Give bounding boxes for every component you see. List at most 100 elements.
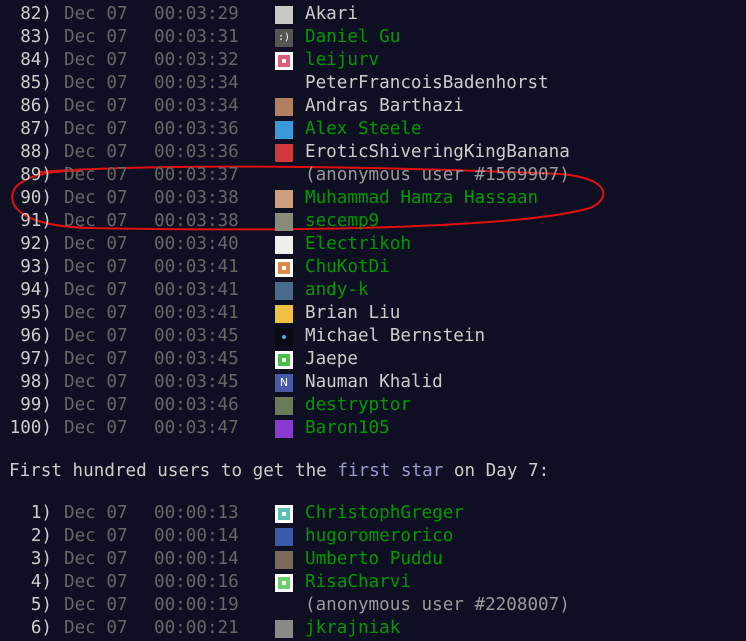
completion-date: Dec 07 [64,572,128,592]
completion-time: 00:00:16 [154,572,239,592]
user-profile-link[interactable]: Muhammad Hamza Hassaan [305,187,538,210]
leaderboard-row: 4) Dec 07 00:00:16 RisaCharvi [0,571,746,594]
photo-avatar [275,620,293,638]
completion-date: Dec 07 [64,280,128,300]
user-profile-link[interactable]: destryptor [305,394,411,417]
rank-number: 2) [30,526,52,546]
leaderboard-row: 95) Dec 07 00:03:41 Brian Liu [0,302,746,325]
purple-monster-avatar [275,420,293,438]
no-avatar [275,75,293,93]
completion-time: 00:03:41 [154,303,239,323]
completion-date: Dec 07 [64,165,128,185]
rank-number: 94) [20,280,52,300]
completion-date: Dec 07 [64,595,128,615]
completion-date: Dec 07 [64,73,128,93]
user-profile-link[interactable]: secemp9 [305,210,379,233]
leaderboard-row: 96) Dec 07 00:03:45 Michael Bernstein [0,325,746,348]
rank-number: 88) [20,142,52,162]
user-profile-link[interactable]: Baron105 [305,417,390,440]
completion-time: 00:03:31 [154,27,239,47]
completion-time: 00:03:34 [154,96,239,116]
photo-avatar [275,397,293,415]
completion-time: 00:00:19 [154,595,239,615]
completion-date: Dec 07 [64,549,128,569]
rank-number: 98) [20,372,52,392]
user-profile-link[interactable]: ChristophGreger [305,502,464,525]
leaderboard-row: 82) Dec 07 00:03:29 Akari [0,3,746,26]
letter-n-avatar: N [275,374,293,392]
no-avatar [275,597,293,615]
leaderboard-row: 87) Dec 07 00:03:36 Alex Steele [0,118,746,141]
first-star-link[interactable]: first star [337,461,443,481]
orange-identicon-avatar [275,259,293,277]
completion-time: 00:03:36 [154,119,239,139]
rank-number: 100) [9,418,52,438]
completion-time: 00:03:41 [154,280,239,300]
rank-number: 5) [30,595,52,615]
completion-time: 00:03:45 [154,372,239,392]
leaderboard-row: 94) Dec 07 00:03:41 andy-k [0,279,746,302]
completion-time: 00:03:38 [154,188,239,208]
completion-time: 00:00:21 [154,618,239,638]
leaderboard-row: 90) Dec 07 00:03:38 Muhammad Hamza Hassaan [0,187,746,210]
user-profile-link[interactable]: leijurv [305,49,379,72]
first-star-heading: First hundred users to get the first sta… [9,460,549,483]
user-profile-link[interactable]: ChuKotDi [305,256,390,279]
leaderboard-row: 83) Dec 07 00:03:31:) Daniel Gu [0,26,746,49]
completion-date: Dec 07 [64,119,128,139]
rank-number: 90) [20,188,52,208]
user-profile-link[interactable]: andy-k [305,279,369,302]
user-profile-link[interactable]: Daniel Gu [305,26,400,49]
green-identicon-avatar [275,351,293,369]
leaderboard-row: 97) Dec 07 00:03:45 Jaepe [0,348,746,371]
leaderboard-row: 6) Dec 07 00:00:21 jkrajniak [0,617,746,640]
leaderboard-row: 2) Dec 07 00:00:14 hugoromerorico [0,525,746,548]
user-name: Andras Barthazi [305,96,464,116]
leaderboard-row: 86) Dec 07 00:03:34 Andras Barthazi [0,95,746,118]
user-profile-link[interactable]: jkrajniak [305,617,400,640]
completion-date: Dec 07 [64,303,128,323]
completion-time: 00:00:14 [154,549,239,569]
leaderboard-row: 98) Dec 07 00:03:45 N Nauman Khalid [0,371,746,394]
user-name: Akari [305,4,358,24]
completion-time: 00:03:34 [154,73,239,93]
completion-time: 00:03:41 [154,257,239,277]
smiley-avatar: :) [275,29,293,47]
user-profile-link[interactable]: Electrikoh [305,233,411,256]
user-name: Michael Bernstein [305,326,486,346]
rank-number: 4) [30,572,52,592]
rank-number: 96) [20,326,52,346]
rank-number: 82) [20,4,52,24]
leaderboard-row: 91) Dec 07 00:03:38 secemp9 [0,210,746,233]
user-name: EroticShiveringKingBanana [305,142,570,162]
leaderboard-row: 85) Dec 07 00:03:34 PeterFrancoisBadenhorst [0,72,746,95]
dark-dot-avatar [275,328,293,346]
heading-prefix: First hundred users to get the [9,461,338,481]
user-profile-link[interactable]: RisaCharvi [305,571,411,594]
photo-avatar [275,190,293,208]
rank-number: 97) [20,349,52,369]
completion-time: 00:03:37 [154,165,239,185]
user-profile-link[interactable]: Alex Steele [305,118,422,141]
leaderboard-row: 93) Dec 07 00:03:41 ChuKotDi [0,256,746,279]
completion-time: 00:03:36 [154,142,239,162]
rank-number: 3) [30,549,52,569]
green-identicon-avatar [275,574,293,592]
leaderboard-row: 84) Dec 07 00:03:32 leijurv [0,49,746,72]
user-profile-link[interactable]: Umberto Puddu [305,548,443,571]
completion-date: Dec 07 [64,257,128,277]
user-name: PeterFrancoisBadenhorst [305,73,549,93]
user-name: (anonymous user #2208007) [305,595,570,615]
user-profile-link[interactable]: hugoromerorico [305,525,453,548]
completion-date: Dec 07 [64,50,128,70]
teal-identicon-avatar [275,505,293,523]
photo-avatar [275,98,293,116]
completion-time: 00:00:14 [154,526,239,546]
rank-number: 91) [20,211,52,231]
leaderboard-row: 88) Dec 07 00:03:36 EroticShiveringKingBana… [0,141,746,164]
completion-date: Dec 07 [64,326,128,346]
completion-time: 00:03:38 [154,211,239,231]
white-card-avatar [275,236,293,254]
user-name: Brian Liu [305,303,401,323]
leaderboard-row: 99) Dec 07 00:03:46 destryptor [0,394,746,417]
